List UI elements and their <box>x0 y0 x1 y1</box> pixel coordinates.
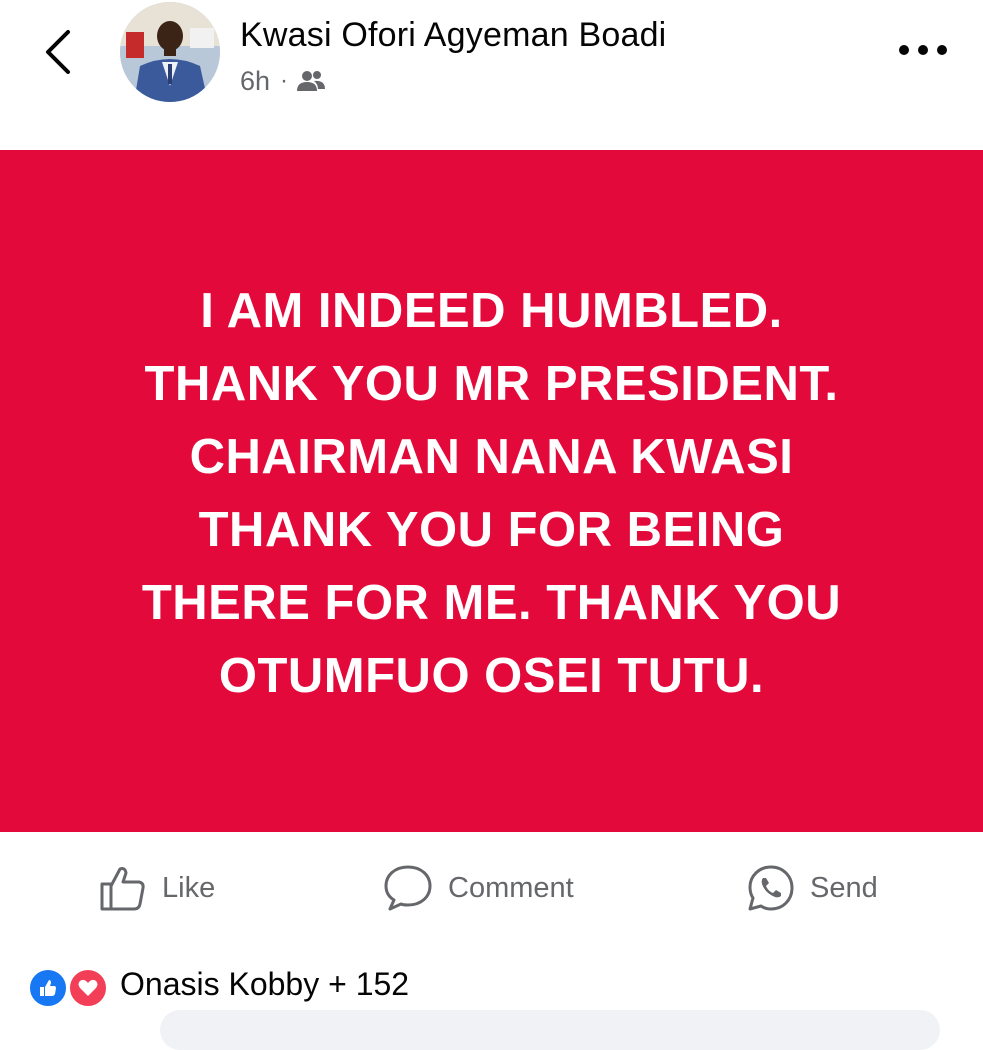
reactions-summary[interactable]: Onasis Kobby + 152 <box>28 962 410 1008</box>
comment-button[interactable]: Comment <box>382 858 574 918</box>
post-text-line: I AM INDEED HUMBLED. <box>200 284 783 338</box>
meta-separator: · <box>280 67 289 94</box>
post-text-line: OTUMFUO OSEI TUTU. <box>218 649 765 703</box>
more-dot <box>937 45 947 55</box>
more-dot <box>899 45 909 55</box>
post-text: I AM INDEED HUMBLED. THANK YOU MR PRESID… <box>42 275 942 713</box>
love-reaction-icon <box>68 968 108 1008</box>
author-name[interactable]: Kwasi Ofori Agyeman Boadi <box>240 16 666 55</box>
avatar[interactable] <box>120 2 220 102</box>
comment-bubble-icon <box>384 865 432 911</box>
send-button[interactable]: Send <box>746 858 878 918</box>
post-text-line: THANK YOU FOR BEING <box>198 503 785 557</box>
post-header: Kwasi Ofori Agyeman Boadi 6h · <box>0 0 983 148</box>
reaction-icons <box>28 964 110 1008</box>
like-reaction-icon <box>28 968 68 1008</box>
post-text-line: CHAIRMAN NANA KWASI <box>189 430 794 484</box>
post-meta: 6h · <box>240 66 326 96</box>
back-arrow-icon[interactable] <box>38 26 82 78</box>
send-label: Send <box>810 871 878 904</box>
post-text-banner[interactable]: I AM INDEED HUMBLED. THANK YOU MR PRESID… <box>0 150 983 832</box>
thumbs-up-icon <box>100 867 145 911</box>
more-dot <box>918 45 928 55</box>
post-text-line: THANK YOU MR PRESIDENT. <box>144 357 839 411</box>
like-button[interactable]: Like <box>98 858 215 918</box>
post-time[interactable]: 6h <box>240 66 270 97</box>
reaction-names: Onasis Kobby + 152 <box>120 965 410 1002</box>
whatsapp-icon <box>748 865 794 911</box>
like-label: Like <box>162 871 216 904</box>
comment-input-bar[interactable] <box>160 1010 940 1050</box>
more-options-icon[interactable] <box>899 40 947 60</box>
comment-label: Comment <box>448 871 574 904</box>
post-text-line: THERE FOR ME. THANK YOU <box>141 576 842 630</box>
friends-icon[interactable] <box>296 69 326 93</box>
post-actions: Like Comment Send <box>0 832 983 940</box>
